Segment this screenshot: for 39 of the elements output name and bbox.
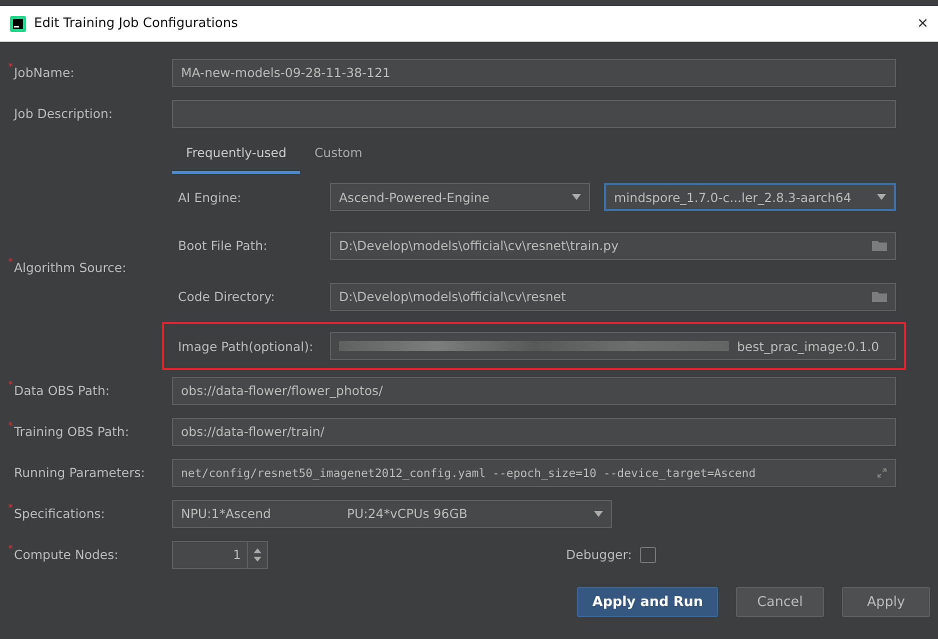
- field-label: *Specifications:: [8, 506, 106, 521]
- parameters-field[interactable]: net/config/resnet50_imagenet2012_config.yaml --epoch_size=10 --device_target=Ascend: [172, 458, 896, 486]
- field-label: Running Parameters:: [13, 465, 146, 480]
- text-field[interactable]: obs://data-flower/flower_photos/: [172, 376, 896, 404]
- dropdown-caret-icon: [572, 194, 581, 200]
- folder-icon[interactable]: [872, 240, 887, 251]
- field-label: Job Description:: [12, 106, 114, 121]
- field-label: Code Directory:: [177, 289, 276, 304]
- engine-dropdown[interactable]: Ascend-Powered-Engine: [330, 183, 590, 211]
- number-spinner[interactable]: 1: [172, 540, 268, 568]
- dropdown-caret-icon: [594, 510, 603, 516]
- field-label: *JobName:: [8, 65, 76, 80]
- specifications-dropdown[interactable]: NPU:1*Ascend PU:24*vCPUs 96GB: [172, 500, 612, 528]
- text-field[interactable]: obs://data-flower/train/: [172, 418, 896, 446]
- image-path-field[interactable]: best_prac_image:0.1.0: [330, 332, 896, 360]
- field-label: *Training OBS Path:: [8, 424, 130, 439]
- dropdown-caret-icon: [877, 194, 886, 200]
- window-title: Edit Training Job Configurations: [34, 16, 239, 31]
- field-label: *Algorithm Source:: [8, 260, 128, 275]
- field-label: *Data OBS Path:: [8, 383, 111, 398]
- app-logo-icon: [10, 16, 26, 32]
- engine-version-dropdown[interactable]: mindspore_1.7.0-c...ler_2.8.3-aarch64: [604, 183, 896, 211]
- debugger-checkbox[interactable]: [640, 546, 656, 562]
- path-field[interactable]: D:\Develop\models\official\cv\resnet: [330, 282, 896, 310]
- tab[interactable]: Frequently-used: [172, 134, 300, 174]
- field-label: Image Path(optional):: [177, 338, 314, 354]
- text-field[interactable]: MA-new-models-09-28-11-38-121: [172, 58, 896, 86]
- close-button[interactable]: ×: [913, 13, 932, 34]
- dialog-button[interactable]: Apply and Run: [577, 587, 718, 617]
- field-label: AI Engine:: [177, 190, 242, 204]
- field-label: Boot File Path:: [177, 238, 268, 253]
- expand-icon[interactable]: [877, 468, 887, 478]
- path-field[interactable]: D:\Develop\models\official\cv\resnet\train.py: [330, 232, 896, 260]
- debugger-label: Debugger:: [565, 547, 633, 562]
- tab[interactable]: Custom: [300, 134, 376, 174]
- dialog-button[interactable]: Apply: [842, 587, 930, 617]
- folder-icon[interactable]: [872, 291, 887, 302]
- dialog-button[interactable]: Cancel: [736, 587, 824, 617]
- field-label: *Compute Nodes:: [8, 547, 120, 562]
